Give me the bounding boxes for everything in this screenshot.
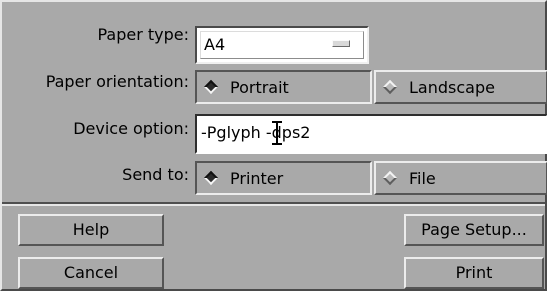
print-options-form: Paper type: A4 Paper orientation: Portra…	[2, 2, 547, 202]
paper-orientation-label: Paper orientation:	[45, 72, 189, 91]
paper-type-label: Paper type:	[97, 25, 189, 44]
print-button-label: Print	[455, 263, 493, 282]
cancel-button[interactable]: Cancel	[18, 257, 164, 289]
landscape-label: Landscape	[409, 78, 495, 97]
print-dialog: Paper type: A4 Paper orientation: Portra…	[0, 0, 547, 291]
device-option-label: Device option:	[73, 119, 189, 138]
device-option-value: -Pglyph -dps2	[201, 123, 311, 142]
print-button[interactable]: Print	[404, 257, 544, 289]
printer-label: Printer	[230, 169, 284, 188]
cancel-button-label: Cancel	[63, 263, 119, 282]
ibeam-cursor-icon	[272, 121, 282, 145]
radio-diamond-unselected-icon	[382, 170, 398, 186]
radio-diamond-selected-icon	[203, 79, 219, 95]
page-setup-button[interactable]: Page Setup...	[404, 214, 544, 246]
radio-diamond-unselected-icon	[382, 79, 398, 95]
option-menu-indicator-icon	[332, 40, 350, 47]
help-button[interactable]: Help	[18, 214, 164, 246]
paper-type-option-menu[interactable]: A4	[195, 26, 369, 64]
page-setup-button-label: Page Setup...	[421, 220, 527, 239]
help-button-label: Help	[72, 220, 110, 239]
file-label: File	[409, 169, 436, 188]
paper-type-value: A4	[204, 35, 226, 54]
file-radio[interactable]: File	[374, 161, 547, 195]
landscape-radio[interactable]: Landscape	[374, 70, 547, 104]
portrait-label: Portrait	[230, 78, 289, 97]
portrait-radio[interactable]: Portrait	[195, 70, 372, 104]
device-option-field[interactable]: -Pglyph -dps2	[195, 114, 547, 154]
radio-diamond-selected-icon	[203, 170, 219, 186]
printer-radio[interactable]: Printer	[195, 161, 372, 195]
send-to-label: Send to:	[122, 165, 189, 184]
button-area-separator-highlight	[2, 204, 545, 206]
